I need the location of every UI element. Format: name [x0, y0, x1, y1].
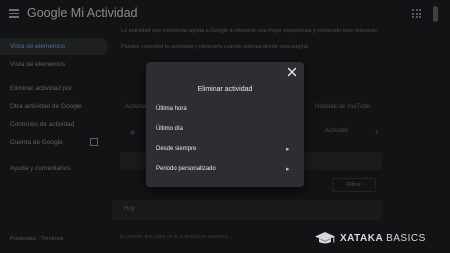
option-label: Periodo personalizado — [156, 166, 216, 172]
option-last-day[interactable]: Último día — [146, 121, 304, 140]
watermark-suffix: BASICS — [386, 233, 426, 244]
delete-activity-dialog: Eliminar actividad Última hora Último dí… — [146, 62, 304, 187]
option-custom-range[interactable]: Periodo personalizado ▸ — [146, 161, 304, 180]
watermark: XATAKA BASICS — [314, 230, 444, 248]
watermark-brand: XATAKA — [340, 233, 383, 244]
graduation-cap-icon — [315, 232, 335, 244]
option-all-time[interactable]: Desde siempre ▸ — [146, 141, 304, 160]
chevron-right-icon: ▸ — [286, 146, 290, 153]
option-last-hour[interactable]: Última hora — [146, 101, 304, 120]
watermark-text: XATAKA BASICS — [340, 233, 426, 244]
chevron-right-icon: ▸ — [286, 166, 290, 173]
option-label: Última hora — [156, 106, 187, 112]
option-label: Desde siempre — [156, 146, 197, 152]
close-icon[interactable] — [286, 66, 298, 78]
dialog-title: Eliminar actividad — [197, 86, 253, 93]
option-label: Último día — [156, 126, 184, 132]
